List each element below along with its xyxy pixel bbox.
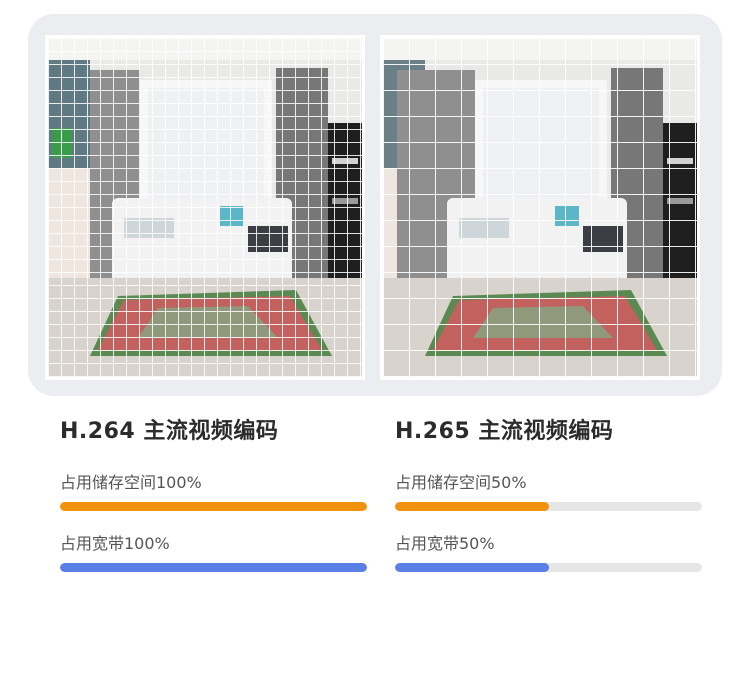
h264-storage-progress-fill: [60, 502, 367, 511]
coarse-macroblock-grid: [383, 38, 697, 377]
h265-storage-progress-fill: [395, 502, 549, 511]
h264-bandwidth-progress-fill: [60, 563, 367, 572]
h265-codec-title: H.265 主流视频编码: [395, 419, 614, 444]
h265-bandwidth-progress-fill: [395, 563, 549, 572]
h265-bedroom-image: [380, 35, 700, 380]
h264-bandwidth-progress-track: [60, 563, 367, 572]
h264-comparison-column: H.264 主流视频编码 占用储存空间100% 占用宽带100%: [60, 412, 370, 572]
h265-bandwidth-metric: 占用宽带50%: [395, 533, 705, 572]
h265-storage-label: 占用储存空间50%: [395, 473, 527, 492]
h264-bandwidth-label: 占用宽带100%: [60, 534, 170, 553]
h264-storage-metric: 占用储存空间100%: [60, 472, 370, 511]
h264-storage-progress-track: [60, 502, 367, 511]
fine-macroblock-grid: [48, 38, 362, 377]
h264-bedroom-image: [45, 35, 365, 380]
h264-codec-title: H.264 主流视频编码: [60, 419, 279, 444]
h265-storage-metric: 占用储存空间50%: [395, 472, 705, 511]
h265-storage-progress-track: [395, 502, 702, 511]
h264-storage-label: 占用储存空间100%: [60, 473, 202, 492]
h265-bandwidth-progress-track: [395, 563, 702, 572]
h264-bandwidth-metric: 占用宽带100%: [60, 533, 370, 572]
h265-bandwidth-label: 占用宽带50%: [395, 534, 495, 553]
h265-comparison-column: H.265 主流视频编码 占用储存空间50% 占用宽带50%: [395, 412, 705, 572]
